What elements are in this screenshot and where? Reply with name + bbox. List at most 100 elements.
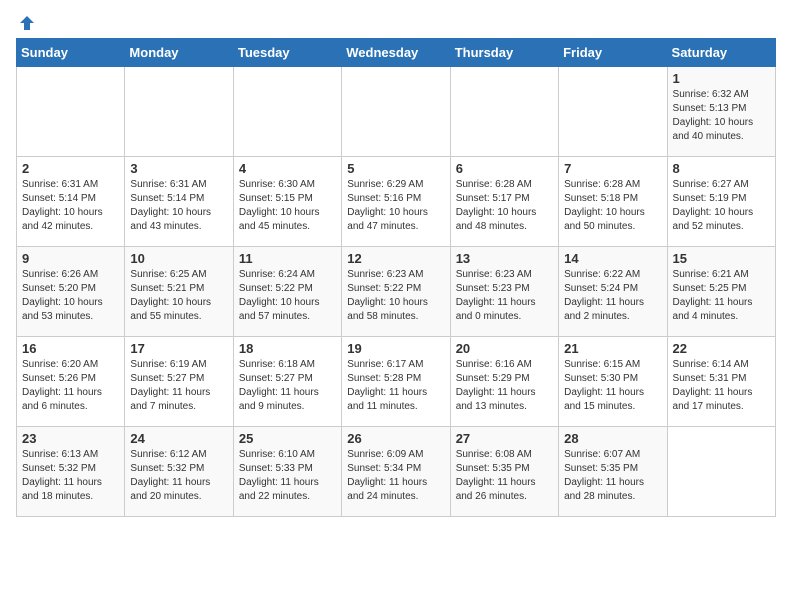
calendar-cell: 26Sunrise: 6:09 AM Sunset: 5:34 PM Dayli…: [342, 427, 450, 517]
calendar-table: SundayMondayTuesdayWednesdayThursdayFrid…: [16, 38, 776, 517]
day-number: 2: [22, 161, 119, 176]
weekday-header: Monday: [125, 39, 233, 67]
calendar-cell: 19 Sunrise: 6:17 AM Sunset: 5:28 PM Dayli…: [342, 337, 450, 427]
calendar-cell: 20 Sunrise: 6:16 AM Sunset: 5:29 PM Dayli…: [450, 337, 558, 427]
day-number: 12: [347, 251, 444, 266]
day-number: 16: [22, 341, 119, 356]
calendar-cell: 11 Sunrise: 6:24 AM Sunset: 5:22 PM Dayli…: [233, 247, 341, 337]
calendar-cell: 18 Sunrise: 6:18 AM Sunset: 5:27 PM Dayli…: [233, 337, 341, 427]
day-number: 8: [673, 161, 770, 176]
day-info: Sunrise: 6:27 AM Sunset: 5:19 PM Dayligh…: [673, 179, 754, 232]
calendar-header-row: SundayMondayTuesdayWednesdayThursdayFrid…: [17, 39, 776, 67]
day-info: Sunrise: 6:22 AM Sunset: 5:24 PM Dayligh…: [564, 269, 644, 322]
day-info: Sunrise: 6:32 AM Sunset: 5:13 PM Dayligh…: [673, 89, 754, 142]
day-info: Sunrise: 6:14 AM Sunset: 5:31 PM Dayligh…: [673, 359, 753, 412]
day-info: Sunrise: 6:26 AM Sunset: 5:20 PM Dayligh…: [22, 269, 103, 322]
calendar-cell: 22 Sunrise: 6:14 AM Sunset: 5:31 PM Dayli…: [667, 337, 775, 427]
calendar-cell: 3Sunrise: 6:31 AM Sunset: 5:14 PM Daylig…: [125, 157, 233, 247]
calendar-cell: 6 Sunrise: 6:28 AM Sunset: 5:17 PM Daylig…: [450, 157, 558, 247]
day-number: 26: [347, 431, 444, 446]
day-number: 5: [347, 161, 444, 176]
day-number: 15: [673, 251, 770, 266]
calendar-week-row: 1 Sunrise: 6:32 AM Sunset: 5:13 PM Daylig…: [17, 67, 776, 157]
day-info: Sunrise: 6:10 AM Sunset: 5:33 PM Dayligh…: [239, 449, 319, 502]
calendar-cell: 27 Sunrise: 6:08 AM Sunset: 5:35 PM Dayli…: [450, 427, 558, 517]
day-number: 17: [130, 341, 227, 356]
day-number: 21: [564, 341, 661, 356]
day-info: Sunrise: 6:20 AM Sunset: 5:26 PM Dayligh…: [22, 359, 102, 412]
page-header: [16, 16, 776, 30]
calendar-cell: [559, 67, 667, 157]
calendar-week-row: 9 Sunrise: 6:26 AM Sunset: 5:20 PM Daylig…: [17, 247, 776, 337]
day-info: Sunrise: 6:12 AM Sunset: 5:32 PM Dayligh…: [130, 449, 210, 502]
logo: [16, 16, 36, 30]
day-number: 22: [673, 341, 770, 356]
calendar-cell: [233, 67, 341, 157]
calendar-cell: 13 Sunrise: 6:23 AM Sunset: 5:23 PM Dayli…: [450, 247, 558, 337]
day-info: Sunrise: 6:13 AM Sunset: 5:32 PM Dayligh…: [22, 449, 102, 502]
day-number: 10: [130, 251, 227, 266]
weekday-header: Wednesday: [342, 39, 450, 67]
day-info: Sunrise: 6:29 AM Sunset: 5:16 PM Dayligh…: [347, 179, 428, 232]
day-info: Sunrise: 6:15 AM Sunset: 5:30 PM Dayligh…: [564, 359, 644, 412]
day-number: 18: [239, 341, 336, 356]
weekday-header: Thursday: [450, 39, 558, 67]
weekday-header: Tuesday: [233, 39, 341, 67]
day-number: 9: [22, 251, 119, 266]
calendar-cell: 28Sunrise: 6:07 AM Sunset: 5:35 PM Dayli…: [559, 427, 667, 517]
calendar-cell: 25Sunrise: 6:10 AM Sunset: 5:33 PM Dayli…: [233, 427, 341, 517]
calendar-week-row: 2 Sunrise: 6:31 AM Sunset: 5:14 PM Daylig…: [17, 157, 776, 247]
calendar-cell: 8 Sunrise: 6:27 AM Sunset: 5:19 PM Daylig…: [667, 157, 775, 247]
calendar-cell: 15 Sunrise: 6:21 AM Sunset: 5:25 PM Dayli…: [667, 247, 775, 337]
day-number: 1: [673, 71, 770, 86]
weekday-header: Saturday: [667, 39, 775, 67]
day-number: 19: [347, 341, 444, 356]
calendar-cell: 21 Sunrise: 6:15 AM Sunset: 5:30 PM Dayli…: [559, 337, 667, 427]
day-number: 13: [456, 251, 553, 266]
calendar-week-row: 16 Sunrise: 6:20 AM Sunset: 5:26 PM Dayli…: [17, 337, 776, 427]
day-number: 14: [564, 251, 661, 266]
day-number: 27: [456, 431, 553, 446]
day-number: 7: [564, 161, 661, 176]
calendar-cell: [125, 67, 233, 157]
day-number: 28: [564, 431, 661, 446]
calendar-cell: 16 Sunrise: 6:20 AM Sunset: 5:26 PM Dayli…: [17, 337, 125, 427]
day-info: Sunrise: 6:17 AM Sunset: 5:28 PM Dayligh…: [347, 359, 427, 412]
day-info: Sunrise: 6:30 AM Sunset: 5:15 PM Dayligh…: [239, 179, 320, 232]
calendar-cell: 7 Sunrise: 6:28 AM Sunset: 5:18 PM Daylig…: [559, 157, 667, 247]
day-info: Sunrise: 6:23 AM Sunset: 5:22 PM Dayligh…: [347, 269, 428, 322]
calendar-cell: 2 Sunrise: 6:31 AM Sunset: 5:14 PM Daylig…: [17, 157, 125, 247]
calendar-cell: 14 Sunrise: 6:22 AM Sunset: 5:24 PM Dayli…: [559, 247, 667, 337]
calendar-cell: 9 Sunrise: 6:26 AM Sunset: 5:20 PM Daylig…: [17, 247, 125, 337]
logo-icon: [18, 14, 36, 32]
day-info: Sunrise: 6:08 AM Sunset: 5:35 PM Dayligh…: [456, 449, 536, 502]
day-number: 6: [456, 161, 553, 176]
day-number: 20: [456, 341, 553, 356]
calendar-cell: [667, 427, 775, 517]
day-info: Sunrise: 6:19 AM Sunset: 5:27 PM Dayligh…: [130, 359, 210, 412]
day-info: Sunrise: 6:31 AM Sunset: 5:14 PM Dayligh…: [22, 179, 103, 232]
calendar-cell: [450, 67, 558, 157]
calendar-cell: 23 Sunrise: 6:13 AM Sunset: 5:32 PM Dayli…: [17, 427, 125, 517]
day-info: Sunrise: 6:24 AM Sunset: 5:22 PM Dayligh…: [239, 269, 320, 322]
day-info: Sunrise: 6:21 AM Sunset: 5:25 PM Dayligh…: [673, 269, 753, 322]
day-number: 4: [239, 161, 336, 176]
day-number: 11: [239, 251, 336, 266]
calendar-cell: 12 Sunrise: 6:23 AM Sunset: 5:22 PM Dayli…: [342, 247, 450, 337]
day-number: 23: [22, 431, 119, 446]
day-number: 24: [130, 431, 227, 446]
day-info: Sunrise: 6:18 AM Sunset: 5:27 PM Dayligh…: [239, 359, 319, 412]
day-info: Sunrise: 6:31 AM Sunset: 5:14 PM Dayligh…: [130, 179, 211, 232]
calendar-cell: 4 Sunrise: 6:30 AM Sunset: 5:15 PM Daylig…: [233, 157, 341, 247]
day-info: Sunrise: 6:16 AM Sunset: 5:29 PM Dayligh…: [456, 359, 536, 412]
day-info: Sunrise: 6:28 AM Sunset: 5:18 PM Dayligh…: [564, 179, 645, 232]
calendar-cell: 10 Sunrise: 6:25 AM Sunset: 5:21 PM Dayli…: [125, 247, 233, 337]
calendar-cell: 17 Sunrise: 6:19 AM Sunset: 5:27 PM Dayli…: [125, 337, 233, 427]
day-info: Sunrise: 6:23 AM Sunset: 5:23 PM Dayligh…: [456, 269, 536, 322]
day-info: Sunrise: 6:28 AM Sunset: 5:17 PM Dayligh…: [456, 179, 537, 232]
calendar-cell: 24 Sunrise: 6:12 AM Sunset: 5:32 PM Dayli…: [125, 427, 233, 517]
calendar-cell: [17, 67, 125, 157]
calendar-cell: 1 Sunrise: 6:32 AM Sunset: 5:13 PM Daylig…: [667, 67, 775, 157]
day-info: Sunrise: 6:25 AM Sunset: 5:21 PM Dayligh…: [130, 269, 211, 322]
calendar-cell: 5 Sunrise: 6:29 AM Sunset: 5:16 PM Daylig…: [342, 157, 450, 247]
